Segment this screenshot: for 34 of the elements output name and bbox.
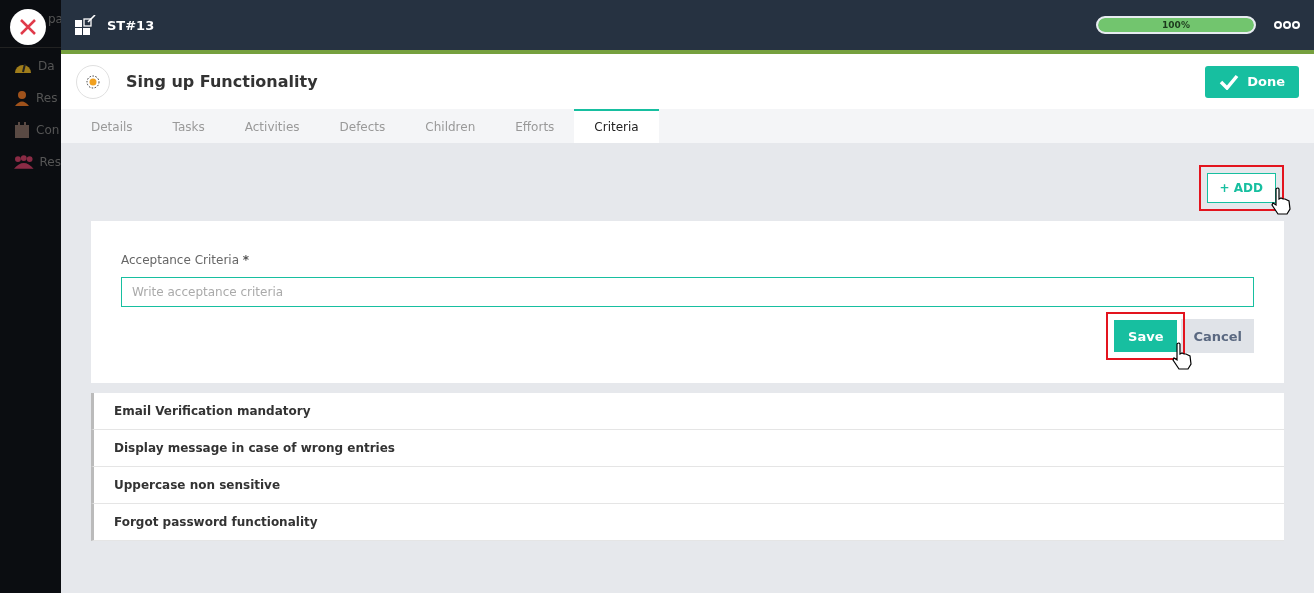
tab[interactable]: Tasks [152, 109, 225, 143]
save-button[interactable]: Save [1114, 320, 1178, 352]
person-icon [14, 90, 30, 106]
tab[interactable]: Children [405, 109, 496, 143]
progress-reading: 100% [1161, 19, 1191, 32]
group-icon [14, 155, 34, 169]
sidebar-item[interactable]: Con [0, 116, 61, 144]
criteria-item[interactable]: Uppercase non sensitive [91, 467, 1284, 504]
check-icon [1219, 73, 1240, 90]
tab[interactable]: Efforts [495, 109, 575, 143]
sidebar-item[interactable]: Da [0, 52, 61, 80]
story-title: Sing up Functionality [126, 72, 318, 91]
tab[interactable]: Details [71, 109, 153, 143]
hand-cursor-icon [1171, 342, 1194, 370]
tab[interactable]: Activities [224, 109, 320, 143]
item-id: ST#13 [107, 17, 155, 33]
sidebar-item[interactable]: Res [0, 148, 61, 176]
bulb-icon [86, 74, 100, 89]
criteria-input[interactable]: Write acceptance criteria [121, 277, 1254, 307]
close-icon [19, 18, 37, 36]
criteria-item[interactable]: Display message in case of wrong entries [91, 430, 1284, 467]
cancel-button[interactable]: Cancel [1181, 319, 1254, 353]
criteria-item[interactable]: Email Verification mandatory [91, 393, 1284, 430]
sidebar-item[interactable]: Res [0, 84, 61, 112]
story-icon [75, 15, 97, 35]
field-label: Acceptance Criteria * [121, 253, 251, 267]
done-button[interactable]: Done [1205, 65, 1299, 98]
more-button[interactable] [1274, 20, 1300, 30]
tab[interactable]: Defects [319, 109, 406, 143]
hand-cursor-icon [1270, 187, 1292, 215]
tab[interactable]: Criteria [574, 109, 659, 143]
more-icon [1274, 20, 1300, 30]
criteria-item[interactable]: Forgot password functionality [91, 504, 1284, 541]
calendar-icon [14, 122, 30, 138]
